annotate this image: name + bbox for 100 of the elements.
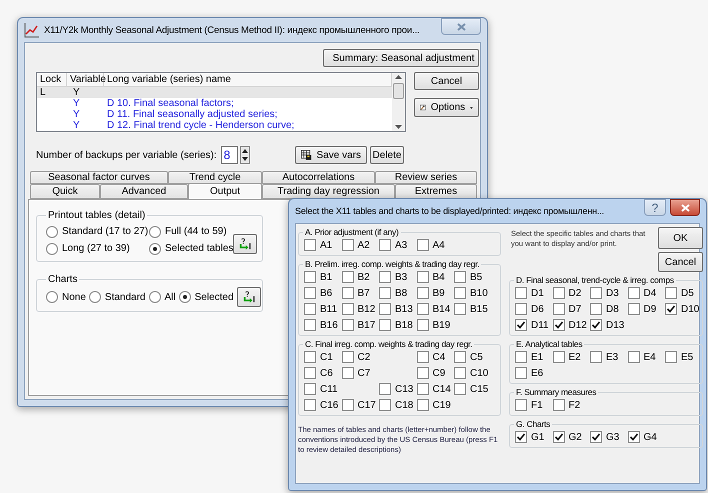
up-arrow-icon[interactable] <box>395 75 402 79</box>
radio-button[interactable]: All <box>148 288 176 306</box>
radio-button[interactable]: Selected <box>178 288 234 306</box>
radio-button[interactable]: None <box>46 288 86 306</box>
table-checkbox[interactable]: E2 <box>552 351 590 363</box>
table-checkbox[interactable]: D8 <box>590 303 628 315</box>
scrollbar[interactable] <box>392 73 405 131</box>
table-checkbox[interactable]: A2 <box>342 239 379 251</box>
table-checkbox[interactable]: C13 <box>379 383 416 395</box>
cancel-button[interactable]: Cancel <box>414 72 479 90</box>
table-checkbox[interactable]: C15 <box>454 383 492 395</box>
table-checkbox[interactable]: C4 <box>416 351 454 363</box>
table-checkbox[interactable]: D5 <box>665 287 702 299</box>
delete-button[interactable]: Delete <box>370 146 404 164</box>
table-checkbox[interactable]: B6 <box>304 287 342 299</box>
help-button[interactable]: ? <box>644 199 666 216</box>
ok-button[interactable]: OK <box>658 227 703 249</box>
table-checkbox[interactable]: B9 <box>416 287 454 299</box>
table-checkbox[interactable]: D1 <box>515 287 552 299</box>
radio-button[interactable]: Standard (17 to 27) <box>46 223 149 240</box>
tab[interactable]: Review series <box>375 171 477 184</box>
table-checkbox[interactable]: E3 <box>590 351 628 363</box>
table-checkbox[interactable]: B11 <box>304 303 342 315</box>
radio-button[interactable]: Long (27 to 39) <box>46 240 149 257</box>
tab[interactable]: Autocorrelations <box>262 171 375 184</box>
table-checkbox[interactable]: G3 <box>590 431 628 443</box>
table-checkbox[interactable]: C18 <box>379 399 416 411</box>
table-checkbox[interactable]: B14 <box>416 303 454 315</box>
table-checkbox[interactable]: C19 <box>416 399 454 411</box>
table-checkbox[interactable]: E5 <box>665 351 702 363</box>
table-checkbox[interactable]: B10 <box>454 287 492 299</box>
table-checkbox[interactable]: G4 <box>628 431 665 443</box>
table-checkbox[interactable]: C6 <box>304 367 342 379</box>
table-checkbox[interactable]: B2 <box>342 271 379 283</box>
table-checkbox[interactable]: B15 <box>454 303 492 315</box>
table-checkbox[interactable]: C14 <box>416 383 454 395</box>
table-checkbox[interactable]: D9 <box>628 303 665 315</box>
table-checkbox[interactable]: D13 <box>590 319 628 331</box>
help-arrow-button[interactable] <box>233 234 257 254</box>
table-checkbox[interactable]: B3 <box>379 271 416 283</box>
close-button[interactable] <box>670 199 700 216</box>
radio-button[interactable]: Standard <box>88 288 146 306</box>
table-checkbox[interactable]: D12 <box>552 319 590 331</box>
radio-button[interactable]: Full (44 to 59) <box>149 223 233 240</box>
table-checkbox[interactable]: B7 <box>342 287 379 299</box>
table-checkbox[interactable]: F1 <box>515 399 552 411</box>
table-checkbox[interactable]: B16 <box>304 319 342 331</box>
table-checkbox[interactable]: C7 <box>342 367 379 379</box>
list-row[interactable]: Y D 10. Final seasonal factors; <box>37 98 392 109</box>
tab[interactable]: Output <box>188 183 262 199</box>
table-checkbox[interactable]: E1 <box>515 351 552 363</box>
table-checkbox[interactable]: C5 <box>454 351 492 363</box>
table-checkbox[interactable]: B13 <box>379 303 416 315</box>
table-checkbox[interactable]: C16 <box>304 399 342 411</box>
radio-button[interactable]: Selected tables <box>149 240 233 257</box>
list-row[interactable]: Y D 12. Final trend cycle - Henderson curve; <box>37 120 392 131</box>
tab[interactable]: Trend cycle <box>168 171 262 184</box>
table-checkbox[interactable]: A1 <box>304 239 342 251</box>
list-row[interactable]: L Y <box>37 87 392 98</box>
table-checkbox[interactable]: C2 <box>342 351 379 363</box>
table-checkbox[interactable]: C11 <box>304 383 342 395</box>
table-checkbox[interactable]: B17 <box>342 319 379 331</box>
backups-field[interactable]: 8 <box>220 146 238 164</box>
table-checkbox[interactable]: C17 <box>342 399 379 411</box>
table-checkbox[interactable]: B18 <box>379 319 416 331</box>
summary-button[interactable]: Summary: Seasonal adjustment <box>323 49 479 67</box>
table-checkbox[interactable]: G2 <box>552 431 590 443</box>
table-checkbox[interactable]: D2 <box>552 287 590 299</box>
list-row[interactable]: Y D 11. Final seasonally adjusted series; <box>37 109 392 120</box>
table-checkbox[interactable]: E6 <box>515 367 552 379</box>
table-checkbox[interactable]: E4 <box>628 351 665 363</box>
help-arrow-button[interactable] <box>236 287 261 307</box>
table-checkbox[interactable]: C1 <box>304 351 342 363</box>
spin-buttons[interactable] <box>240 146 250 164</box>
options-button[interactable]: Options <box>414 98 479 117</box>
table-checkbox[interactable]: B19 <box>416 319 454 331</box>
table-checkbox[interactable]: D4 <box>628 287 665 299</box>
table-checkbox[interactable]: B1 <box>304 271 342 283</box>
table-checkbox[interactable]: D3 <box>590 287 628 299</box>
table-checkbox[interactable]: C9 <box>416 367 454 379</box>
tab[interactable]: Trading day regression <box>262 184 395 199</box>
tab[interactable]: Seasonal factor curves <box>30 171 168 184</box>
tab[interactable]: Advanced <box>100 184 188 199</box>
table-checkbox[interactable]: B4 <box>416 271 454 283</box>
table-checkbox[interactable]: B8 <box>379 287 416 299</box>
save-vars-button[interactable]: Save vars <box>295 146 367 164</box>
tab[interactable]: Extremes <box>395 184 477 199</box>
table-checkbox[interactable]: F2 <box>552 399 590 411</box>
table-checkbox[interactable]: D7 <box>552 303 590 315</box>
cancel-button[interactable]: Cancel <box>658 252 703 272</box>
table-checkbox[interactable]: G1 <box>515 431 552 443</box>
tab[interactable]: Quick <box>30 184 100 199</box>
table-checkbox[interactable]: A4 <box>416 239 454 251</box>
table-checkbox[interactable]: B12 <box>342 303 379 315</box>
table-checkbox[interactable]: D11 <box>515 319 552 331</box>
table-checkbox[interactable]: D10 <box>665 303 702 315</box>
table-checkbox[interactable]: C10 <box>454 367 492 379</box>
table-checkbox[interactable]: B5 <box>454 271 492 283</box>
down-arrow-icon[interactable] <box>395 125 402 129</box>
table-checkbox[interactable]: D6 <box>515 303 552 315</box>
